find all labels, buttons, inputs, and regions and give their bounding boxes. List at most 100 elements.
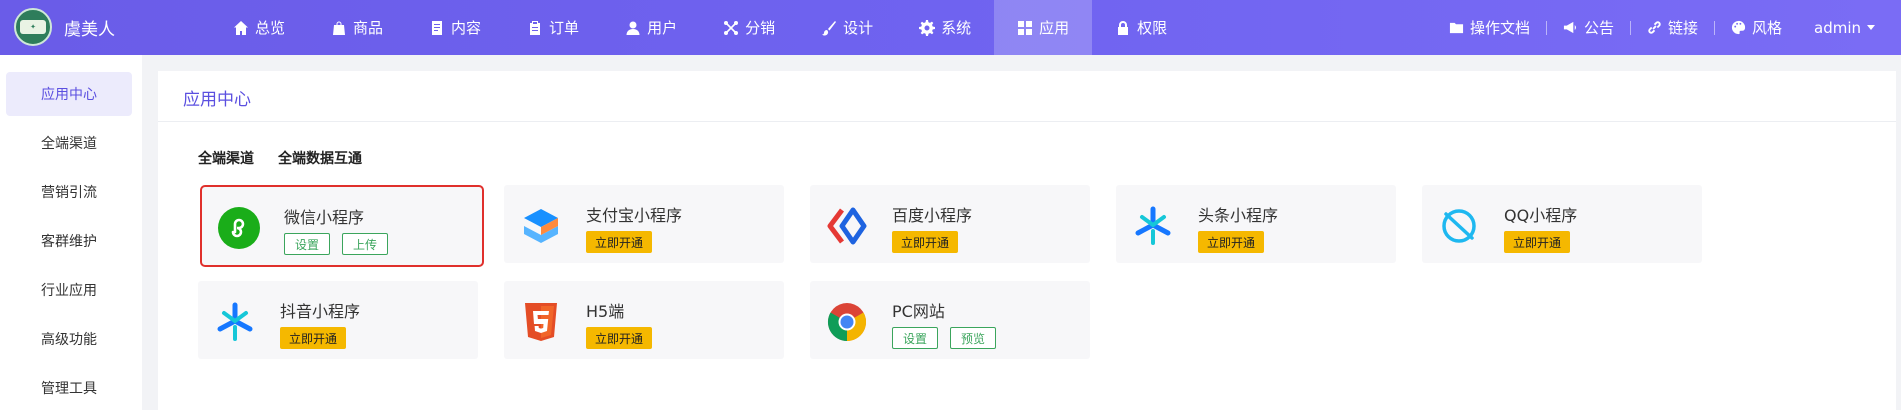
- douyin-miniprogram-icon: [214, 301, 256, 343]
- docs-label: 操作文档: [1469, 19, 1530, 37]
- brand-name: 虞美人: [64, 20, 115, 40]
- category-tabs: 全端渠道 全端数据互通: [198, 148, 362, 168]
- activate-button[interactable]: 立即开通: [280, 327, 347, 349]
- main-nav: 总览 商品 内容 订单 用户 分销 设计 系统 应用 权限: [210, 0, 1190, 55]
- nav-item-distribution[interactable]: 分销: [700, 0, 798, 55]
- nav-label: 内容: [451, 19, 482, 37]
- nav-label: 总览: [255, 19, 286, 37]
- clipboard-icon: [527, 20, 543, 36]
- nav-item-apps[interactable]: 应用: [994, 0, 1093, 55]
- links-link[interactable]: 链接: [1631, 17, 1714, 38]
- app-actions: 立即开通: [892, 231, 959, 253]
- sidebar-item-app-center[interactable]: 应用中心: [6, 72, 132, 116]
- nav-label: 商品: [353, 19, 384, 37]
- app-card-alipay[interactable]: 支付宝小程序 立即开通: [504, 185, 784, 263]
- app-card-h5[interactable]: H5端 立即开通: [504, 281, 784, 359]
- settings-button[interactable]: 设置: [284, 233, 331, 255]
- username: admin: [1814, 18, 1861, 37]
- nav-label: 设计: [843, 19, 874, 37]
- brush-icon: [821, 20, 837, 36]
- logo-mark-icon: ✦: [20, 20, 46, 34]
- nav-item-products[interactable]: 商品: [308, 0, 406, 55]
- toutiao-miniprogram-icon: [1132, 205, 1174, 247]
- app-card-toutiao[interactable]: 头条小程序 立即开通: [1116, 185, 1396, 263]
- page-title: 应用中心: [183, 90, 251, 110]
- nav-item-system[interactable]: 系统: [896, 0, 994, 55]
- caret-down-icon: [1867, 25, 1875, 30]
- sidebar-item-advanced[interactable]: 高级功能: [6, 317, 132, 361]
- activate-button[interactable]: 立即开通: [892, 231, 959, 253]
- app-name: 支付宝小程序: [586, 206, 683, 225]
- alipay-miniprogram-icon: [520, 205, 562, 247]
- bag-icon: [331, 20, 347, 36]
- gear-icon: [919, 19, 936, 36]
- app-actions: 设置 上传: [284, 233, 389, 255]
- app-name: 抖音小程序: [280, 302, 361, 321]
- docs-link[interactable]: 操作文档: [1433, 17, 1546, 38]
- palette-icon: [1731, 20, 1752, 35]
- sidebar-item-industry[interactable]: 行业应用: [6, 268, 132, 312]
- preview-button[interactable]: 预览: [950, 327, 997, 349]
- qq-miniprogram-icon: [1438, 205, 1480, 247]
- sidebar-item-customer[interactable]: 客群维护: [6, 219, 132, 263]
- activate-button[interactable]: 立即开通: [586, 327, 653, 349]
- app-card-baidu[interactable]: 百度小程序 立即开通: [810, 185, 1090, 263]
- app-name: QQ小程序: [1504, 206, 1578, 225]
- nav-item-permissions[interactable]: 权限: [1092, 0, 1190, 55]
- sidebar-item-tools[interactable]: 管理工具: [6, 366, 132, 410]
- app-name: PC网站: [892, 302, 945, 321]
- home-icon: [233, 20, 249, 36]
- nav-item-design[interactable]: 设计: [798, 0, 896, 55]
- nav-item-overview[interactable]: 总览: [210, 0, 308, 55]
- nav-label: 分销: [745, 19, 776, 37]
- app-card-wechat[interactable]: 微信小程序 设置 上传: [200, 185, 484, 267]
- upload-button[interactable]: 上传: [342, 233, 389, 255]
- grid-icon: [1017, 20, 1033, 36]
- user-icon: [625, 20, 641, 36]
- app-name: 头条小程序: [1198, 206, 1279, 225]
- app-actions: 立即开通: [586, 231, 653, 253]
- sidebar-item-marketing[interactable]: 营销引流: [6, 170, 132, 214]
- activate-button[interactable]: 立即开通: [1504, 231, 1571, 253]
- app-actions: 立即开通: [1198, 231, 1265, 253]
- tab-data-sync[interactable]: 全端数据互通: [278, 148, 362, 168]
- nav-label: 用户: [647, 19, 678, 37]
- activate-button[interactable]: 立即开通: [1198, 231, 1265, 253]
- style-label: 风格: [1751, 19, 1782, 37]
- header-right-nav: 操作文档 公告 链接 风格 admin: [1433, 0, 1891, 55]
- brand-logo[interactable]: ✦: [14, 8, 52, 46]
- tab-all-channels[interactable]: 全端渠道: [198, 148, 254, 168]
- app-actions: 立即开通: [1504, 231, 1571, 253]
- app-actions: 立即开通: [280, 327, 347, 349]
- links-label: 链接: [1667, 19, 1698, 37]
- nav-item-orders[interactable]: 订单: [504, 0, 602, 55]
- user-menu[interactable]: admin: [1798, 19, 1891, 37]
- nav-label: 权限: [1137, 19, 1168, 37]
- app-card-douyin[interactable]: 抖音小程序 立即开通: [198, 281, 478, 359]
- html5-icon: [520, 301, 562, 343]
- folder-icon: [1449, 20, 1470, 35]
- link-icon: [1647, 20, 1668, 35]
- sidebar-item-all-channels[interactable]: 全端渠道: [6, 121, 132, 165]
- wechat-miniprogram-icon: [218, 207, 260, 249]
- notice-link[interactable]: 公告: [1547, 17, 1630, 38]
- divider: [158, 121, 1896, 122]
- settings-button[interactable]: 设置: [892, 327, 939, 349]
- nav-item-users[interactable]: 用户: [602, 0, 700, 55]
- top-navbar: ✦ 虞美人 总览 商品 内容 订单 用户 分销 设计 系统 应用 权限 操作文档…: [0, 0, 1901, 55]
- nav-item-content[interactable]: 内容: [406, 0, 504, 55]
- app-name: H5端: [586, 302, 625, 321]
- app-name: 百度小程序: [892, 206, 973, 225]
- nav-label: 订单: [549, 19, 580, 37]
- megaphone-icon: [1563, 20, 1584, 35]
- app-name: 微信小程序: [284, 208, 365, 227]
- sidebar: 应用中心 全端渠道 营销引流 客群维护 行业应用 高级功能 管理工具: [0, 55, 142, 410]
- chrome-icon: [826, 301, 868, 343]
- activate-button[interactable]: 立即开通: [586, 231, 653, 253]
- baidu-miniprogram-icon: [826, 205, 868, 247]
- notice-label: 公告: [1583, 19, 1614, 37]
- document-icon: [429, 20, 445, 36]
- app-card-qq[interactable]: QQ小程序 立即开通: [1422, 185, 1702, 263]
- style-link[interactable]: 风格: [1715, 17, 1798, 38]
- app-card-pc[interactable]: PC网站 设置 预览: [810, 281, 1090, 359]
